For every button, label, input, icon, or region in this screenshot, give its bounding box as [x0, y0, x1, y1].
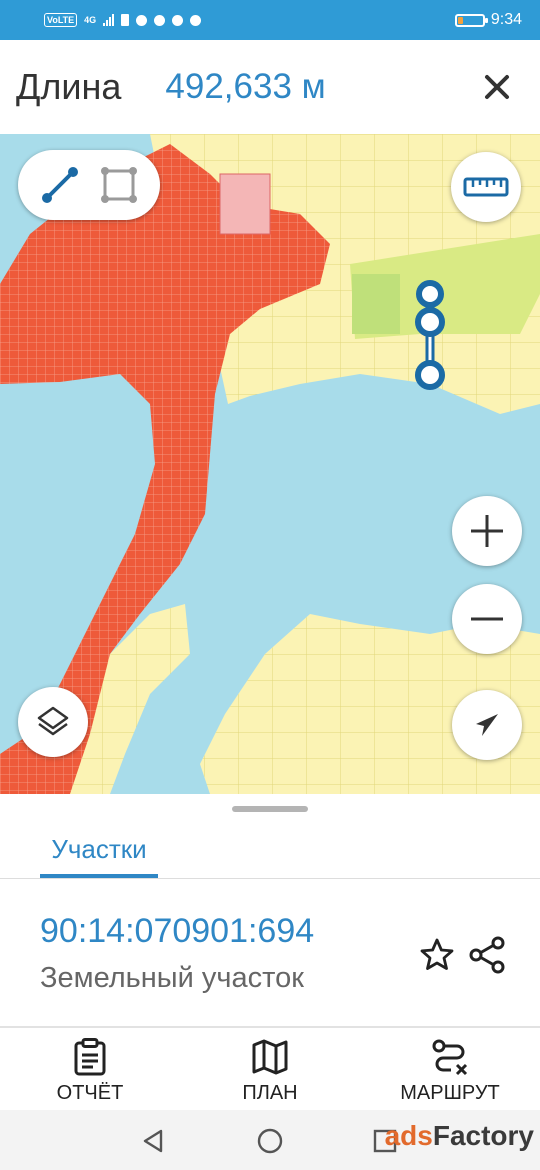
network-badge: VoLTE: [44, 13, 78, 27]
report-label: ОТЧЁТ: [56, 1082, 124, 1104]
battery-level: [457, 16, 464, 24]
bottom-sheet: Участки 90:14:070901:694 Земельный участ…: [0, 794, 540, 1028]
plan-label: ПЛАН: [242, 1082, 298, 1104]
route-label: МАРШРУТ: [400, 1082, 500, 1104]
battery-icon: [454, 13, 488, 27]
zoom-out-button[interactable]: [452, 584, 522, 654]
layers-icon: [37, 706, 69, 736]
plus-icon: [471, 515, 503, 547]
social-app-icon: [154, 14, 166, 26]
measure-point-mid[interactable]: [415, 307, 445, 337]
status-bar: VoLTE 4G 9:34: [0, 0, 540, 40]
route-icon: [432, 1039, 468, 1076]
measure-point-end[interactable]: [415, 360, 445, 390]
measure-point-start[interactable]: [416, 280, 444, 308]
share-button[interactable]: [462, 930, 512, 980]
home-button[interactable]: [253, 1124, 287, 1158]
plan-button[interactable]: ПЛАН: [220, 1038, 320, 1108]
social-app-icon: [136, 14, 148, 26]
my-location-button[interactable]: [452, 690, 522, 760]
tab-divider: [0, 878, 540, 879]
measure-label: Длина: [16, 66, 122, 107]
whatsapp-icon: [190, 14, 202, 26]
clipboard-icon: [74, 1038, 106, 1076]
home-icon: [257, 1128, 283, 1154]
signal-icon: [103, 14, 115, 26]
watermark: adsFactory: [385, 1120, 534, 1152]
field-patch: [352, 274, 400, 334]
minus-icon: [471, 617, 503, 621]
sheet-grabber[interactable]: [232, 806, 308, 812]
system-nav-bar: adsFactory: [0, 1110, 540, 1170]
parcel-highlight: [219, 173, 271, 235]
report-button[interactable]: ОТЧЁТ: [40, 1038, 140, 1108]
status-right: 9:34: [454, 11, 522, 29]
close-icon: [485, 75, 509, 99]
ruler-icon: [463, 177, 509, 197]
line-mode-button[interactable]: [35, 160, 85, 210]
map-icon: [252, 1039, 288, 1075]
tab-parcels[interactable]: Участки: [40, 820, 158, 878]
parcel-type: Земельный участок: [40, 962, 304, 994]
action-bar: ОТЧЁТ ПЛАН МАРШРУТ: [0, 1028, 540, 1110]
watermark-part1: ads: [384, 1120, 433, 1151]
sim-icon: [121, 14, 130, 26]
close-button[interactable]: [470, 60, 524, 114]
clock: 9:34: [490, 11, 522, 28]
share-icon: [469, 936, 505, 974]
favorite-button[interactable]: [412, 930, 462, 980]
watermark-part2: Factory: [432, 1120, 534, 1151]
measure-value: 492,633 м: [165, 67, 326, 106]
status-icons: VoLTE 4G: [44, 13, 202, 27]
star-icon: [420, 938, 454, 970]
line-measure-icon: [41, 167, 78, 203]
facebook-icon: [172, 14, 184, 26]
area-measure-icon: [100, 167, 137, 203]
network-type: 4G: [84, 15, 97, 25]
navigation-arrow-icon: [476, 714, 498, 736]
zoom-in-button[interactable]: [452, 496, 522, 566]
ruler-button[interactable]: [451, 152, 521, 222]
measure-header: Длина 492,633 м: [0, 40, 540, 134]
area-mode-button[interactable]: [94, 160, 144, 210]
app-screen: VoLTE 4G 9:34 Длина 492,633 м Участки 90…: [0, 0, 540, 1170]
back-button[interactable]: [136, 1124, 170, 1158]
measure-mode-toggle: [18, 150, 160, 220]
back-icon: [143, 1129, 163, 1153]
parcel-id[interactable]: 90:14:070901:694: [40, 912, 314, 951]
layers-button[interactable]: [18, 687, 88, 757]
map-view[interactable]: [0, 134, 540, 794]
route-button[interactable]: МАРШРУТ: [388, 1038, 512, 1108]
map-canvas[interactable]: [0, 134, 540, 794]
